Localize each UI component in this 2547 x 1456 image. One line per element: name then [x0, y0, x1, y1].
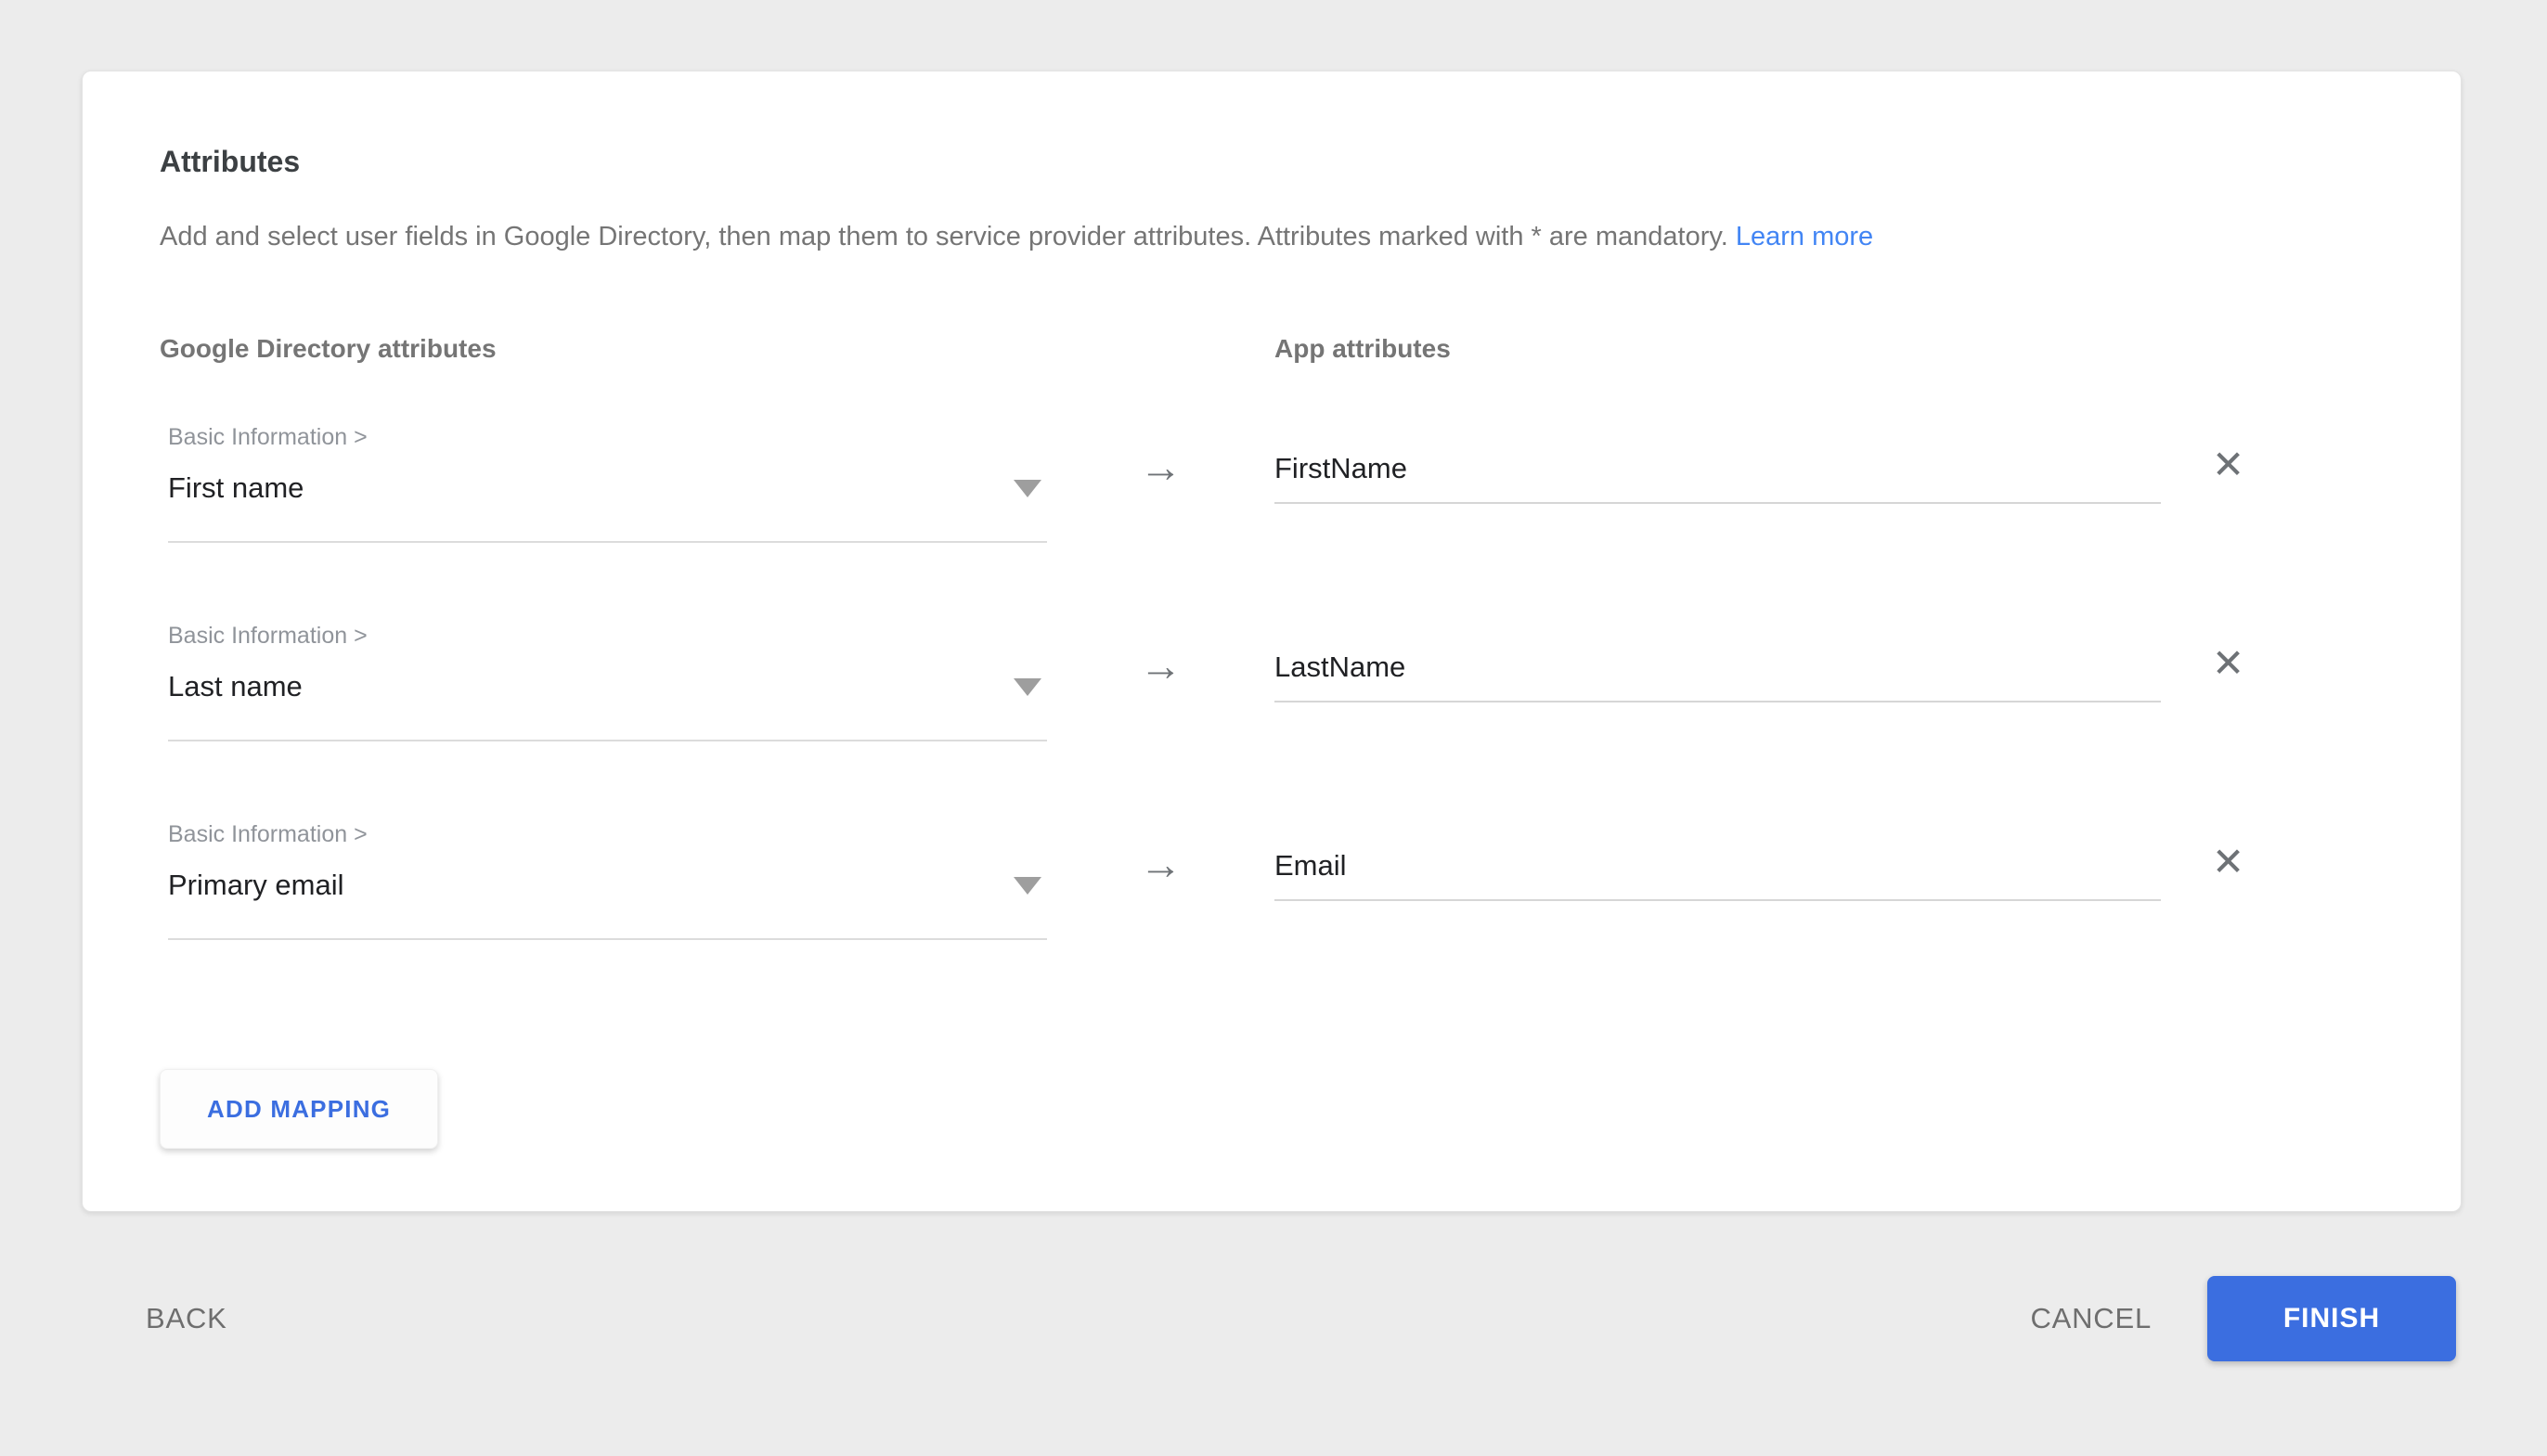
app-attributes-column-header: App attributes: [1274, 333, 1451, 365]
remove-mapping-button[interactable]: ✕: [2212, 840, 2244, 884]
finish-button[interactable]: FINISH: [2207, 1276, 2456, 1361]
card-description: Add and select user fields in Google Dir…: [160, 218, 2384, 255]
dropdown-arrow-icon: [1014, 877, 1041, 895]
back-button[interactable]: BACK: [146, 1302, 227, 1335]
dropdown-arrow-icon: [1014, 480, 1041, 497]
attribute-category-label: Basic Information >: [168, 422, 1047, 452]
google-attribute-value: Last name: [168, 667, 303, 706]
app-attribute-input[interactable]: [1274, 847, 2161, 901]
google-attribute-value: First name: [168, 469, 304, 508]
cancel-button[interactable]: CANCEL: [2030, 1302, 2152, 1335]
google-attribute-select[interactable]: Basic Information > Last name: [168, 621, 1047, 741]
remove-mapping-button[interactable]: ✕: [2212, 641, 2244, 686]
page-title: Attributes: [160, 140, 2384, 183]
google-attribute-value: Primary email: [168, 866, 343, 905]
learn-more-link[interactable]: Learn more: [1736, 222, 1873, 251]
footer-actions: BACK CANCEL FINISH: [0, 1276, 2547, 1361]
attribute-category-label: Basic Information >: [168, 819, 1047, 849]
dropdown-arrow-icon: [1014, 678, 1041, 696]
add-mapping-button[interactable]: ADD MAPPING: [160, 1069, 438, 1149]
app-attribute-input[interactable]: [1274, 450, 2161, 504]
attribute-category-label: Basic Information >: [168, 621, 1047, 651]
remove-mapping-button[interactable]: ✕: [2212, 443, 2244, 487]
attributes-card: Attributes Add and select user fields in…: [82, 71, 2462, 1212]
google-attributes-column-header: Google Directory attributes: [160, 333, 1274, 365]
google-attribute-select[interactable]: Basic Information > Primary email: [168, 819, 1047, 940]
mapping-row: Basic Information > First name → ✕: [160, 422, 2384, 543]
app-attribute-input[interactable]: [1274, 649, 2161, 702]
mapping-arrow-icon: →: [1140, 842, 1183, 886]
mapping-row: Basic Information > Primary email → ✕: [160, 819, 2384, 940]
card-description-text: Add and select user fields in Google Dir…: [160, 222, 1728, 251]
columns-header: Google Directory attributes App attribut…: [160, 333, 2384, 365]
mapping-row: Basic Information > Last name → ✕: [160, 621, 2384, 741]
mapping-arrow-icon: →: [1140, 643, 1183, 688]
google-attribute-select[interactable]: Basic Information > First name: [168, 422, 1047, 543]
mapping-arrow-icon: →: [1140, 445, 1183, 489]
